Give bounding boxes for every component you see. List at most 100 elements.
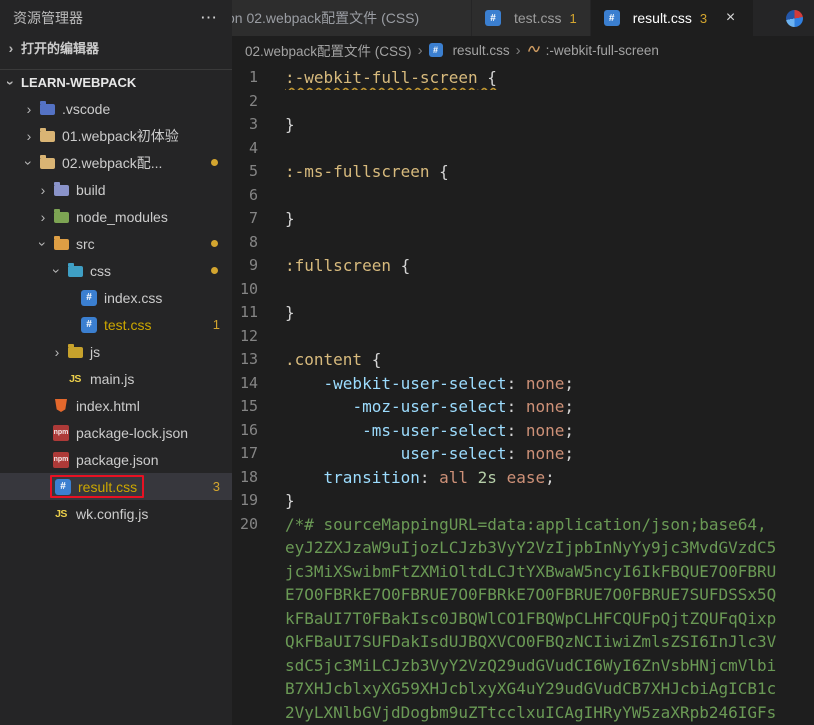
chevron-collapsed-icon[interactable]: ›: [50, 345, 64, 359]
code-line: 6: [232, 184, 814, 208]
code-line-content[interactable]: .content {: [285, 348, 814, 372]
tree-item-label: build: [76, 181, 106, 198]
tab-test-css[interactable]: # test.css 1: [472, 0, 591, 36]
folder-icon: [53, 236, 69, 252]
tree-item-label: package-lock.json: [76, 424, 189, 441]
tree-item-result-css[interactable]: # result.css 3: [0, 473, 232, 500]
chevron-collapsed-icon[interactable]: ›: [22, 129, 36, 143]
line-number: 11: [239, 303, 258, 321]
code-line-content[interactable]: :-webkit-full-screen {: [285, 66, 814, 90]
tree-item-label: js: [90, 343, 101, 360]
code-line-content[interactable]: :-ms-fullscreen {: [285, 160, 814, 184]
code-line-content[interactable]: [285, 90, 814, 114]
code-line-content[interactable]: }: [285, 489, 814, 513]
tab-02-webpack[interactable]: on 02.webpack配置文件 (CSS): [232, 0, 472, 36]
tree-item-index-css[interactable]: # index.css: [0, 284, 232, 311]
code-line-content[interactable]: [285, 184, 814, 208]
code-line-content[interactable]: kFBaUI7T0FBakIsc0JBQWlCO1FBQWpCLHFCQUFpQ…: [285, 607, 814, 631]
problems-badge: 1: [212, 317, 220, 332]
chevron-expanded-icon[interactable]: ›: [35, 237, 51, 251]
code-line-content[interactable]: }: [285, 113, 814, 137]
tree-item-inner: npm package.json: [50, 448, 162, 471]
tree-item-02-webpack[interactable]: › 02.webpack配...: [0, 149, 232, 176]
code-line: 2: [232, 90, 814, 114]
chevron-collapsed-icon: ›: [8, 39, 14, 56]
code-line-content[interactable]: jc3MiXSwibmFtZXMiOltdLCJtYXBwaW5ncyI6IkF…: [285, 560, 814, 584]
folder-icon: [39, 128, 55, 144]
more-actions-icon[interactable]: ⋯: [200, 8, 218, 28]
crumb-symbol[interactable]: :-webkit-full-screen: [527, 42, 659, 59]
tree-item-label: index.html: [76, 397, 140, 414]
code-line-content[interactable]: [285, 137, 814, 161]
code-line-content[interactable]: /*# sourceMappingURL=data:application/js…: [285, 513, 814, 537]
code-line-content[interactable]: [285, 325, 814, 349]
code-line: 15 -moz-user-select: none;: [232, 395, 814, 419]
tree-item-inner: css: [64, 259, 114, 282]
line-number: [232, 654, 285, 678]
tree-item-package-lock-json[interactable]: npm package-lock.json: [0, 419, 232, 446]
code-line-content[interactable]: sdC5jc3MiLCJzb3VyY2VzQ29udGVudCI6WyI6ZnV…: [285, 654, 814, 678]
tree-item-build[interactable]: › build: [0, 176, 232, 203]
code-line: kFBaUI7T0FBakIsc0JBQWlCO1FBQWpCLHFCQUFpQ…: [232, 607, 814, 631]
tree-item-src[interactable]: › src: [0, 230, 232, 257]
code-line-content[interactable]: -moz-user-select: none;: [285, 395, 814, 419]
code-line-content[interactable]: }: [285, 207, 814, 231]
tree-item-wk-config-js[interactable]: JS wk.config.js: [0, 500, 232, 527]
code-line-content[interactable]: transition: all 2s ease;: [285, 466, 814, 490]
css-file-icon: #: [55, 478, 71, 495]
tree-item-js-folder[interactable]: › js: [0, 338, 232, 365]
code-line-content[interactable]: B7XHJcblxyXG59XHJcblxyXG4uY29udGVudCB7XH…: [285, 677, 814, 701]
code-line: sdC5jc3MiLCJzb3VyY2VzQ29udGVudCI6WyI6ZnV…: [232, 654, 814, 678]
tree-item-test-css[interactable]: # test.css 1: [0, 311, 232, 338]
breadcrumb-separator-icon: ›: [417, 41, 423, 59]
code-line-content[interactable]: QkFBaUI7SUFDakIsdUJBQXVCO0FBQzNCIiwiZmls…: [285, 630, 814, 654]
tree-item-main-js[interactable]: JS main.js: [0, 365, 232, 392]
tab-bar: on 02.webpack配置文件 (CSS) # test.css 1 # result…: [232, 0, 814, 36]
line-number: [232, 583, 285, 607]
browser-globe-icon[interactable]: [786, 9, 803, 27]
code-line-content[interactable]: eyJ2ZXJzaW9uIjozLCJzb3VyY2VzIjpbInNyYy9j…: [285, 536, 814, 560]
tree-item-inner: 01.webpack初体验: [36, 124, 182, 147]
code-line-content[interactable]: E7O0FBRkE7O0FBRUE7O0FBRkE7O0FBRUE7O0FBRU…: [285, 583, 814, 607]
folder-icon: [39, 155, 55, 171]
workspace-section-header[interactable]: › LEARN-WEBPACK: [0, 69, 232, 95]
folder-icon: [67, 344, 83, 360]
workspace-name: LEARN-WEBPACK: [21, 75, 137, 90]
line-number: 12: [239, 326, 258, 345]
tree-item-vscode-folder[interactable]: › .vscode: [0, 95, 232, 122]
code-line: 4: [232, 137, 814, 161]
tree-item-inner: # test.css: [78, 313, 154, 336]
code-editor[interactable]: 1:-webkit-full-screen {2 3} 4 5:-ms-fullscr…: [232, 64, 814, 725]
code-line: 5:-ms-fullscreen {: [232, 160, 814, 184]
chevron-collapsed-icon[interactable]: ›: [36, 210, 50, 224]
tree-item-package-json[interactable]: npm package.json: [0, 446, 232, 473]
close-icon[interactable]: ×: [721, 9, 740, 28]
code-line-content[interactable]: :fullscreen {: [285, 254, 814, 278]
tree-item-node-modules[interactable]: › node_modules: [0, 203, 232, 230]
line-number: [232, 560, 285, 584]
chevron-collapsed-icon[interactable]: ›: [36, 183, 50, 197]
code-line-content[interactable]: [285, 231, 814, 255]
code-line-content[interactable]: [285, 278, 814, 302]
code-line-content[interactable]: user-select: none;: [285, 442, 814, 466]
tree-item-01-webpack[interactable]: › 01.webpack初体验: [0, 122, 232, 149]
chevron-expanded-icon[interactable]: ›: [49, 264, 65, 278]
crumb-folder[interactable]: 02.webpack配置文件 (CSS): [245, 40, 412, 60]
code-line: 1:-webkit-full-screen {: [232, 66, 814, 90]
open-editors-section[interactable]: › 打开的编辑器: [0, 35, 232, 60]
code-line-content[interactable]: -webkit-user-select: none;: [285, 372, 814, 396]
crumb-file[interactable]: # result.css: [428, 43, 510, 58]
open-editors-label: 打开的编辑器: [21, 41, 100, 56]
line-number: 3: [248, 115, 258, 133]
code-line-content[interactable]: -ms-user-select: none;: [285, 419, 814, 443]
chevron-collapsed-icon[interactable]: ›: [22, 102, 36, 116]
code-line-content[interactable]: 2VyLXNlbGVjdDogbm9uZTtcclxuICAgIHRyYW5za…: [285, 701, 814, 725]
line-number: 9: [248, 256, 258, 274]
css-file-icon: #: [428, 43, 443, 57]
chevron-expanded-icon[interactable]: ›: [21, 156, 37, 170]
tab-result-css[interactable]: # result.css 3 ×: [590, 0, 755, 36]
tab-label: on 02.webpack配置文件 (CSS): [232, 10, 420, 26]
tree-item-index-html[interactable]: index.html: [0, 392, 232, 419]
code-line-content[interactable]: }: [285, 301, 814, 325]
tree-item-css-folder[interactable]: › css: [0, 257, 232, 284]
